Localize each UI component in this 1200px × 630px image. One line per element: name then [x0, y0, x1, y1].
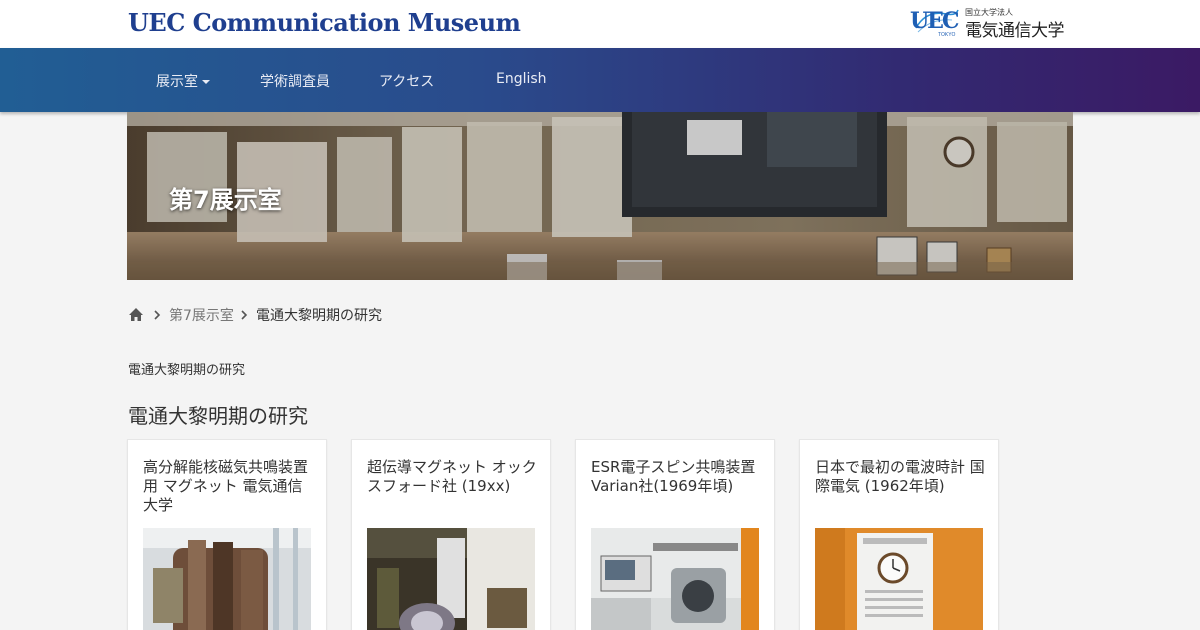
exhibit-card[interactable]: ESR電子スピン共鳴装置 Varian社(1969年頃) — [575, 439, 775, 630]
university-logo[interactable]: UEC TOKYO 国立大学法人 電気通信大学 — [910, 6, 1075, 42]
university-name: 電気通信大学 — [965, 21, 1065, 41]
chevron-right-icon — [241, 310, 248, 320]
exhibit-card[interactable]: 日本で最初の電波時計 国際電気 (1962年頃) — [799, 439, 999, 630]
site-title[interactable]: UEC Communication Museum — [128, 8, 521, 37]
nav-english[interactable]: English — [496, 71, 547, 87]
hero-banner: 第7展示室 — [127, 112, 1073, 280]
breadcrumb-current: 電通大黎明期の研究 — [256, 308, 382, 324]
uec-logo-mark: UEC — [910, 8, 959, 34]
page-title: 電通大黎明期の研究 — [128, 404, 308, 428]
breadcrumb-link-room7[interactable]: 第7展示室 — [169, 305, 234, 325]
caret-down-icon — [202, 80, 210, 84]
exhibit-image-magnet[interactable] — [143, 528, 311, 630]
nav-research-staff[interactable]: 学術調査員 — [260, 71, 330, 91]
exhibit-card-title[interactable]: ESR電子スピン共鳴装置 Varian社(1969年頃) — [591, 458, 763, 496]
exhibit-card-title[interactable]: 日本で最初の電波時計 国際電気 (1962年頃) — [815, 458, 987, 496]
chevron-right-icon — [154, 310, 161, 320]
exhibit-card-title[interactable]: 超伝導マグネット オックスフォード社 (19xx) — [367, 458, 539, 496]
exhibit-image-esr[interactable] — [591, 528, 759, 630]
uec-logo-sub: TOKYO — [938, 32, 956, 38]
exhibit-card[interactable]: 超伝導マグネット オックスフォード社 (19xx) — [351, 439, 551, 630]
exhibit-card-title[interactable]: 高分解能核磁気共鳴装置用 マグネット 電気通信大学 — [143, 458, 315, 515]
nav-exhibition-rooms[interactable]: 展示室 — [156, 71, 210, 91]
exhibit-image-superconducting-magnet[interactable] — [367, 528, 535, 630]
hero-title: 第7展示室 — [169, 186, 282, 214]
page-subtitle: 電通大黎明期の研究 — [128, 363, 246, 378]
top-header: UEC Communication Museum UEC TOKYO 国立大学法… — [0, 0, 1200, 48]
exhibit-card[interactable]: 高分解能核磁気共鳴装置用 マグネット 電気通信大学 — [127, 439, 327, 630]
nav-exhibition-rooms-label: 展示室 — [156, 74, 198, 90]
exhibit-image-radio-clock[interactable] — [815, 528, 983, 630]
nav-access[interactable]: アクセス — [379, 71, 434, 91]
home-icon[interactable] — [128, 307, 144, 322]
main-navbar: 展示室 学術調査員 アクセス English — [0, 48, 1200, 112]
